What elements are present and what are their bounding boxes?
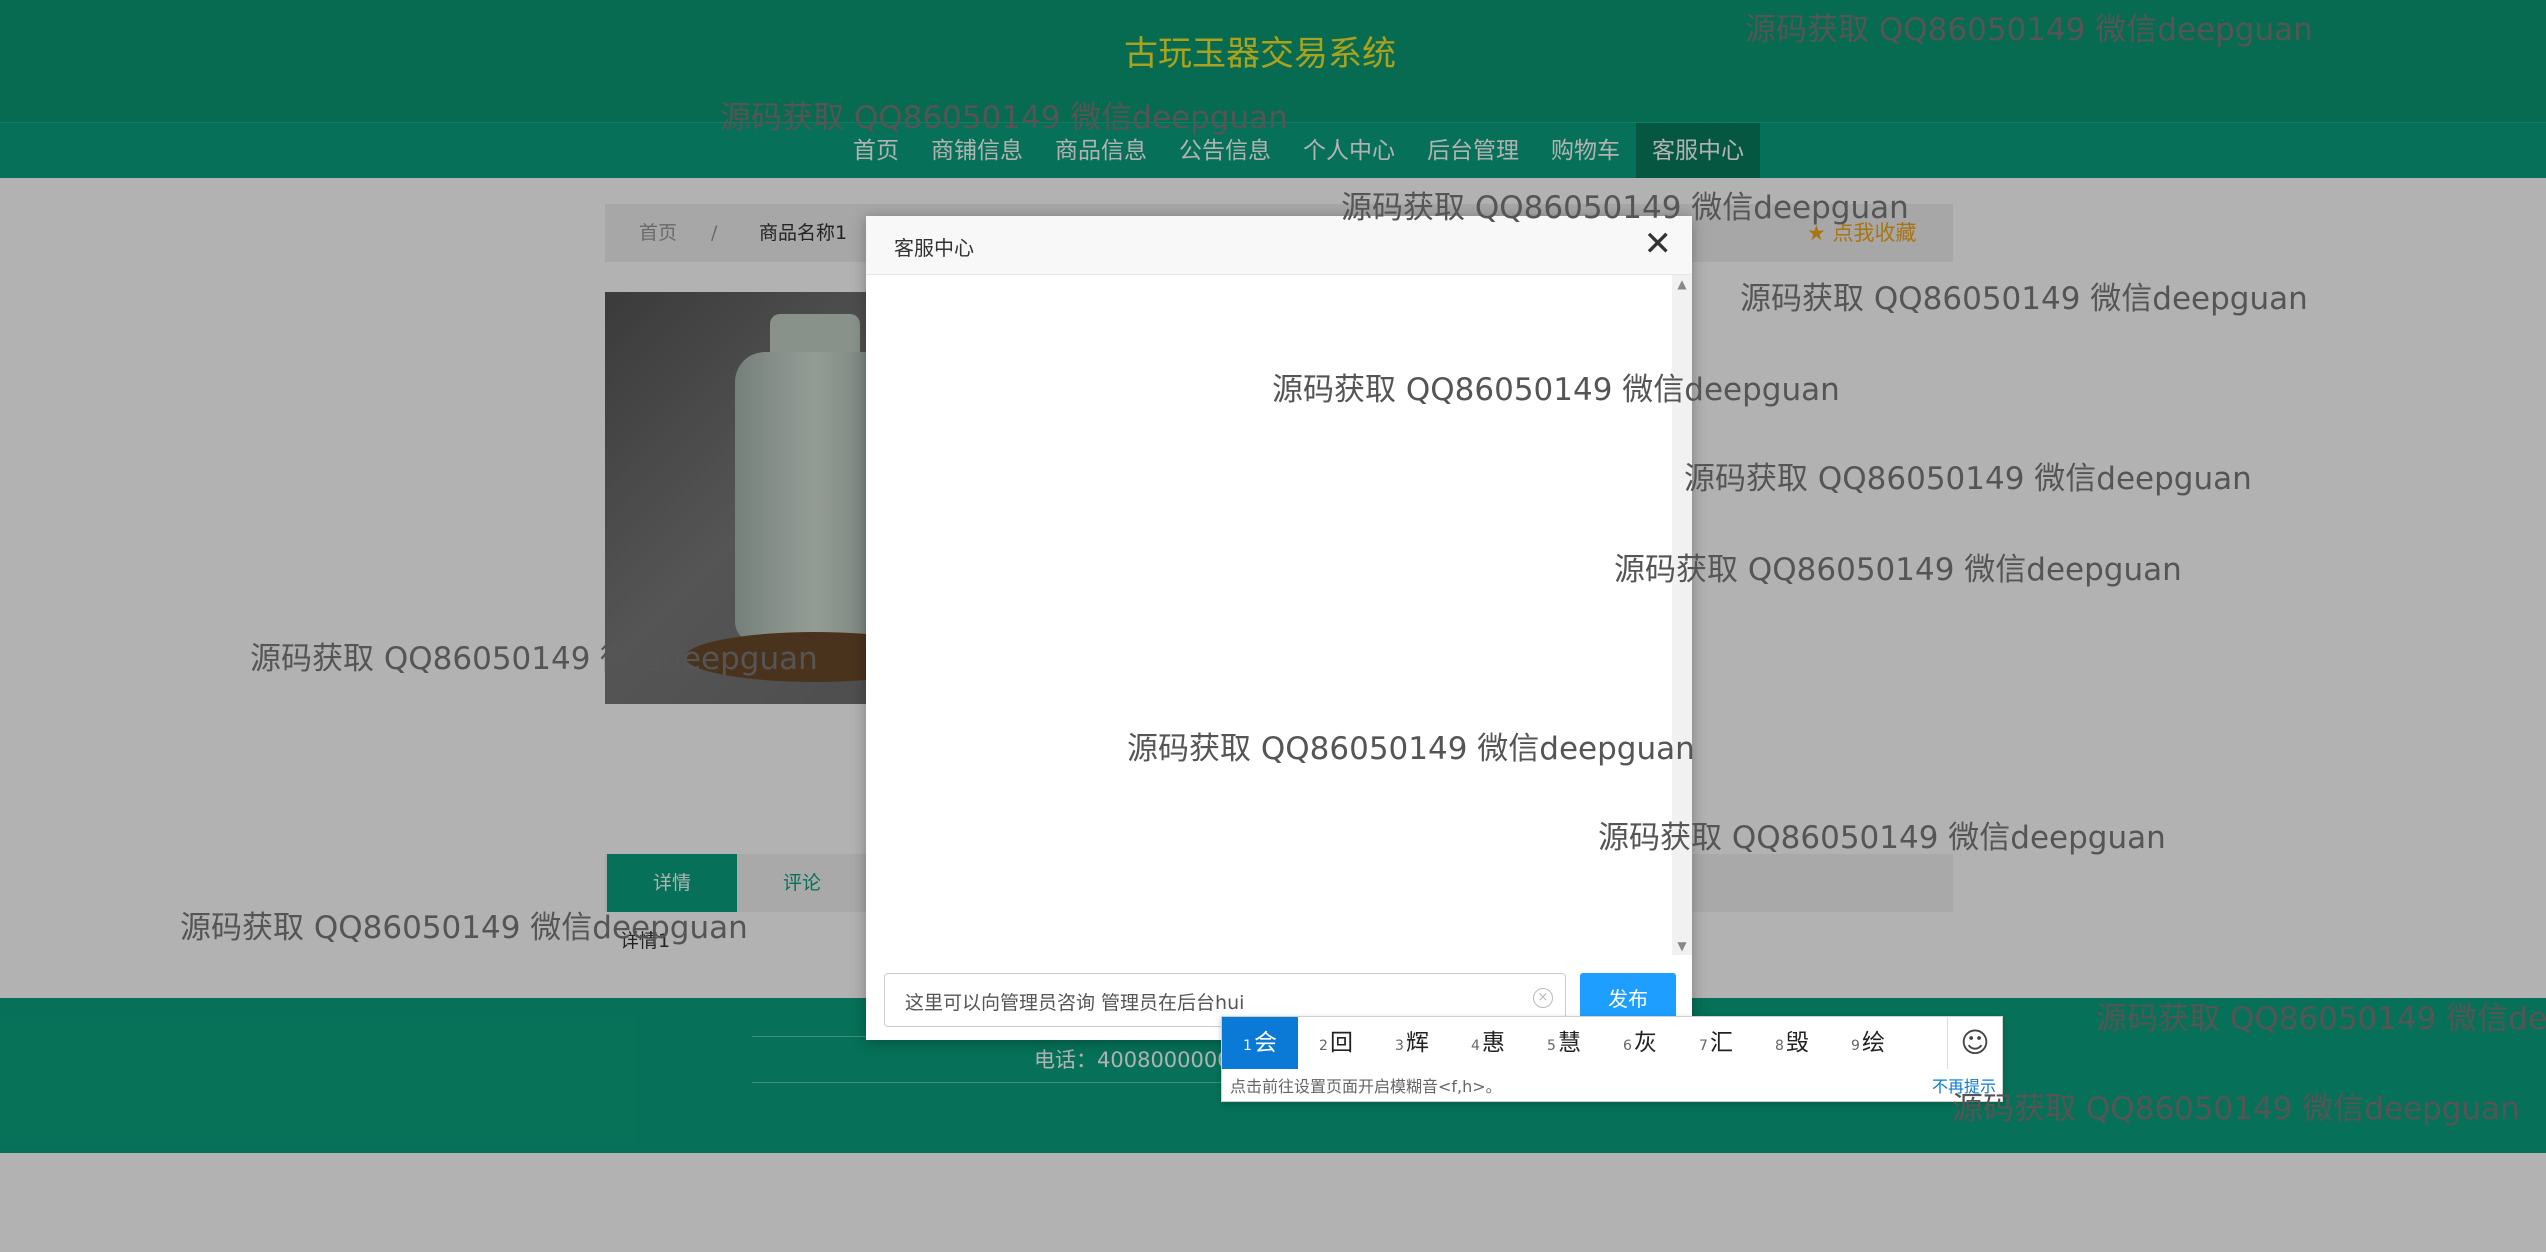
ime-candidate-number: 2 (1319, 1038, 1328, 1054)
watermark-text: 源码获取 QQ86050149 微信deepguan (1740, 281, 2308, 317)
ime-candidate[interactable]: 6灰 (1602, 1017, 1678, 1069)
watermark-text: 源码获取 QQ86050149 微信deepguan (2096, 1001, 2546, 1037)
watermark-text: 源码获取 QQ86050149 微信deepguan (1272, 372, 1840, 408)
ime-candidate[interactable]: 7汇 (1678, 1017, 1754, 1069)
clear-icon[interactable]: × (1533, 988, 1553, 1008)
ime-candidate-text: 灰 (1633, 1030, 1657, 1056)
ime-candidate-number: 5 (1547, 1038, 1556, 1054)
ime-candidate-text: 辉 (1405, 1030, 1429, 1056)
ime-candidate-window: 1会 2回 3辉 4惠 5慧 6灰 7汇 8毁 9绘 ☺ 点击前往设置页面开启模糊音<f,h>。… (1221, 1016, 2003, 1102)
watermark-text: 源码获取 QQ86050149 微信deepguan (1745, 12, 2313, 48)
emoji-icon[interactable]: ☺ (1947, 1017, 2002, 1069)
watermark-text: 源码获取 QQ86050149 微信deepguan (250, 641, 818, 677)
ime-candidate-text: 回 (1329, 1030, 1353, 1056)
scroll-down-icon[interactable]: ▼ (1672, 939, 1692, 953)
ime-candidate[interactable]: 8毁 (1754, 1017, 1830, 1069)
ime-candidate-text: 毁 (1785, 1030, 1809, 1056)
message-input-value: 这里可以向管理员咨询 管理员在后台hui (905, 992, 1245, 1014)
ime-candidate[interactable]: 5慧 (1526, 1017, 1602, 1069)
service-dialog: 客服中心 ✕ ▲ ▼ 这里可以向管理员咨询 管理员在后台hui × 发布 (866, 216, 1692, 1040)
ime-candidate[interactable]: 9绘 (1830, 1017, 1906, 1069)
dialog-title: 客服中心 (894, 236, 974, 260)
watermark-text: 源码获取 QQ86050149 微信deepguan (1614, 552, 2182, 588)
ime-candidate-number: 3 (1395, 1038, 1404, 1054)
ime-candidate-number: 9 (1851, 1038, 1860, 1054)
ime-candidate-number: 6 (1623, 1038, 1632, 1054)
ime-candidate-number: 1 (1243, 1038, 1252, 1054)
close-icon[interactable]: ✕ (1644, 226, 1673, 262)
ime-candidate[interactable]: 4惠 (1450, 1017, 1526, 1069)
ime-candidate-text: 汇 (1709, 1030, 1733, 1056)
scroll-up-icon[interactable]: ▲ (1672, 277, 1692, 291)
ime-candidate-text: 绘 (1861, 1030, 1885, 1056)
watermark-text: 源码获取 QQ86050149 微信deepguan (1684, 461, 2252, 497)
watermark-text: 源码获取 QQ86050149 微信deepguan (180, 910, 748, 946)
ime-candidate-number: 8 (1775, 1038, 1784, 1054)
ime-candidate-text: 惠 (1481, 1030, 1505, 1056)
ime-candidate-number: 4 (1471, 1038, 1480, 1054)
ime-candidate-text: 慧 (1557, 1030, 1581, 1056)
watermark-text: 源码获取 QQ86050149 微信deepguan (1341, 190, 1909, 226)
ime-candidate[interactable]: 1会 (1222, 1017, 1298, 1069)
ime-candidate[interactable]: 2回 (1298, 1017, 1374, 1069)
watermark-text: 源码获取 QQ86050149 微信deepguan (720, 100, 1288, 136)
watermark-text: 源码获取 QQ86050149 微信deepguan (1127, 731, 1695, 767)
ime-candidate[interactable]: 3辉 (1374, 1017, 1450, 1069)
ime-candidate-number: 7 (1699, 1038, 1708, 1054)
watermark-text: 源码获取 QQ86050149 微信deepguan (1952, 1091, 2520, 1127)
ime-candidate-text: 会 (1253, 1030, 1277, 1056)
watermark-text: 源码获取 QQ86050149 微信deepguan (1598, 820, 2166, 856)
ime-hint: 点击前往设置页面开启模糊音<f,h>。 (1230, 1077, 1502, 1096)
